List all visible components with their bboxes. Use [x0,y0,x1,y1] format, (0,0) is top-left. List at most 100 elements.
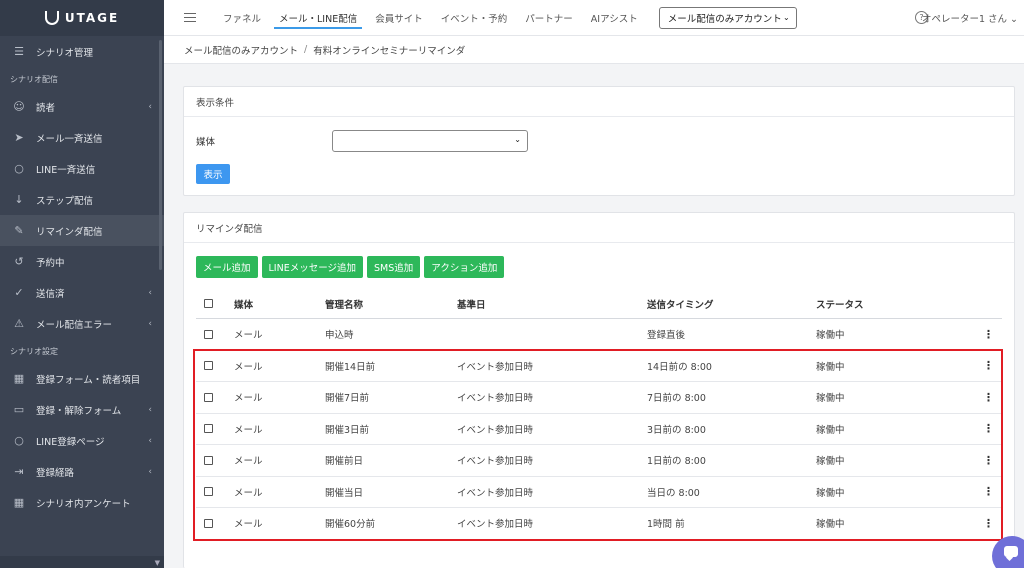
account-select[interactable]: メール配信のみアカウント ⌄ [658,6,797,29]
sidebar-item-mail-broadcast[interactable]: ➤ メール一斉送信 [0,122,164,153]
sidebar-item-label: 登録・解除フォーム [36,405,122,417]
sidebar-item-reminder-delivery[interactable]: ✎ リマインダ配信 [0,215,164,246]
breadcrumb-separator: / [304,44,308,55]
utage-logo-icon [44,11,59,25]
filter-card-title: 表示条件 [184,87,1014,117]
table-row: メール 開催14日前 イベント参加日時 14日前の 8:00 稼働中 ⋮ [196,351,1002,382]
sidebar-item-label: LINE登録ページ [36,436,105,448]
row-checkbox[interactable] [204,329,213,339]
sidebar-item-line-registration-page[interactable]: ○ LINE登録ページ ‹ [0,425,164,456]
add-line-message-button[interactable]: LINEメッセージ追加 [261,256,364,278]
sidebar-item-registration-form[interactable]: ▦ 登録フォーム・読者項目 [0,363,164,394]
row-name[interactable]: 開催3日前 [325,422,369,436]
table-row: メール 開催60分前 イベント参加日時 1時間 前 稼働中 ⋮ [196,508,1002,540]
row-menu-icon[interactable]: ⋮ [983,517,994,530]
top-navbar: ファネル メール・LINE配信 会員サイト イベント・予約 パートナー AIアシ… [164,0,1024,36]
tab-ai-assist[interactable]: AIアシスト [582,0,647,36]
tab-member-site[interactable]: 会員サイト [366,0,432,36]
row-checkbox[interactable] [204,392,213,402]
row-menu-icon[interactable]: ⋮ [983,391,994,404]
reminder-card: リマインダ配信 メール追加 LINEメッセージ追加 SMS追加 アクション追加 … [183,212,1015,568]
sidebar-item-label: シナリオ内アンケート [36,498,131,510]
sidebar-item-survey[interactable]: ▦ シナリオ内アンケート [0,487,164,518]
sidebar-item-registration-route[interactable]: ⇥ 登録経路 ‹ [0,456,164,487]
column-header-media: 媒体 [234,299,254,311]
chevron-left-icon: ‹ [148,404,152,415]
row-name[interactable]: 開催14日前 [325,359,375,373]
hamburger-menu-icon[interactable] [184,10,196,25]
row-name[interactable]: 開催当日 [325,485,363,499]
sidebar-item-scenario-management[interactable]: ☰ シナリオ管理 [0,36,164,67]
row-name[interactable]: 開催7日前 [325,390,369,404]
operator-menu[interactable]: オペレーター1 さん ⌄ [922,11,1018,25]
row-checkbox[interactable] [204,518,213,528]
row-menu-icon[interactable]: ⋮ [983,422,994,435]
sidebar-item-register-cancel-form[interactable]: ▭ 登録・解除フォーム ‹ [0,394,164,425]
breadcrumb-parent[interactable]: メール配信のみアカウント [184,43,298,57]
sidebar-item-mail-error[interactable]: ⚠ メール配信エラー ‹ [0,308,164,339]
table-row: メール 開催当日 イベント参加日時 当日の 8:00 稼働中 ⋮ [196,477,1002,508]
sidebar: UTAGE ☰ シナリオ管理 シナリオ配信 ☺ 読者 ‹ ➤ メール一斉送信 ○… [0,0,164,568]
tab-funnel[interactable]: ファネル [214,0,270,36]
table-row: メール 開催3日前 イベント参加日時 3日前の 8:00 稼働中 ⋮ [196,414,1002,445]
row-menu-icon[interactable]: ⋮ [983,359,994,372]
media-label: 媒体 [196,137,216,148]
sidebar-item-label: LINE一斉送信 [36,164,96,176]
sidebar-item-step-delivery[interactable]: ↓ ステップ配信 [0,184,164,215]
sidebar-item-scheduled[interactable]: ↺ 予約中 [0,246,164,277]
row-status: 稼働中 [816,487,845,499]
row-menu-icon[interactable]: ⋮ [983,485,994,498]
row-name[interactable]: 開催60分前 [325,516,375,530]
row-name[interactable]: 申込時 [325,327,354,341]
chat-icon: ○ [14,162,24,175]
sidebar-section-heading: シナリオ配信 [10,74,58,84]
row-timing: 当日の 8:00 [647,487,700,499]
row-menu-icon[interactable]: ⋮ [983,328,994,341]
sidebar-item-sent[interactable]: ✓ 送信済 ‹ [0,277,164,308]
tab-partner[interactable]: パートナー [516,0,582,36]
check-send-icon: ✓ [14,286,24,299]
chevron-left-icon: ‹ [148,101,152,112]
scroll-down-icon[interactable]: ▼ [155,559,160,567]
sidebar-item-label: 読者 [36,102,56,114]
chevron-down-icon: ⌄ [514,135,521,144]
row-timing: 登録直後 [647,330,686,342]
tab-mail-line[interactable]: メール・LINE配信 [270,0,366,36]
row-timing: 14日前の 8:00 [647,361,712,373]
add-mail-button[interactable]: メール追加 [196,256,258,278]
row-base: イベント参加日時 [457,456,534,468]
column-header-base: 基準日 [457,299,486,311]
sidebar-item-readers[interactable]: ☺ 読者 ‹ [0,91,164,122]
row-base: イベント参加日時 [457,487,534,499]
add-buttons-row: メール追加 LINEメッセージ追加 SMS追加 アクション追加 [196,256,505,278]
row-name[interactable]: 開催前日 [325,453,363,467]
show-button[interactable]: 表示 [196,164,230,184]
row-menu-icon[interactable]: ⋮ [983,454,994,467]
row-base: イベント参加日時 [457,361,534,373]
select-all-checkbox[interactable] [204,299,213,308]
tab-event[interactable]: イベント・予約 [432,0,517,36]
logo-text: UTAGE [64,11,120,25]
history-icon: ↺ [14,255,24,268]
sidebar-item-label: 登録経路 [36,467,75,479]
sidebar-item-label: メール配信エラー [36,319,113,331]
row-base: イベント参加日時 [457,424,534,436]
logo[interactable]: UTAGE [0,0,164,36]
sidebar-item-line-broadcast[interactable]: ○ LINE一斉送信 [0,153,164,184]
sidebar-scrollbar[interactable] [159,40,162,270]
add-action-button[interactable]: アクション追加 [424,256,505,278]
column-header-status: ステータス [816,299,864,311]
media-select[interactable]: ⌄ [332,130,528,152]
row-media: メール [234,487,263,499]
row-checkbox[interactable] [204,455,213,465]
add-sms-button[interactable]: SMS追加 [367,256,421,278]
row-checkbox[interactable] [204,424,213,434]
row-checkbox[interactable] [204,361,213,371]
row-checkbox[interactable] [204,487,213,497]
row-status: 稼働中 [816,330,845,342]
column-header-timing: 送信タイミング [647,299,714,311]
filter-card: 表示条件 媒体 ⌄ 表示 [183,86,1015,196]
chevron-down-icon: ⌄ [783,13,790,22]
row-status: 稼働中 [816,519,845,531]
list-icon: ☰ [14,45,24,58]
